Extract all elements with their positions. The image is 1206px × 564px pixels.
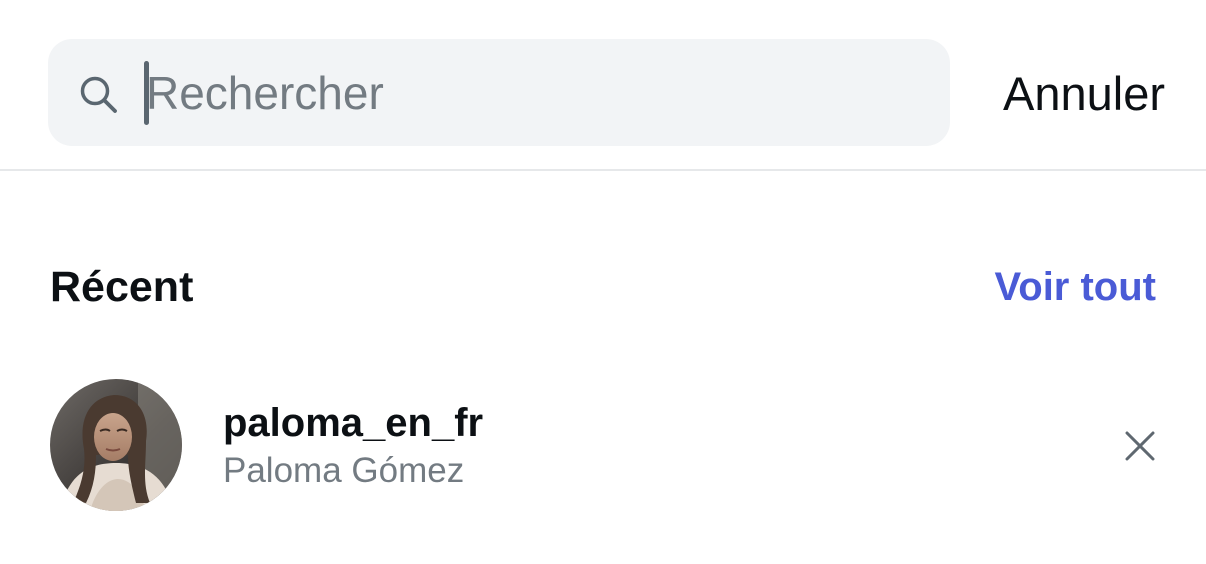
avatar[interactable] bbox=[50, 379, 182, 511]
search-input[interactable] bbox=[146, 58, 926, 128]
section-title-recent: Récent bbox=[50, 263, 194, 311]
recent-search-item[interactable]: paloma_en_fr Paloma Gómez bbox=[0, 370, 1206, 520]
profile-photo bbox=[50, 379, 182, 511]
search-icon bbox=[80, 76, 117, 113]
remove-recent-button[interactable] bbox=[1118, 424, 1162, 468]
recent-item-full-name: Paloma Gómez bbox=[223, 451, 465, 490]
see-all-link[interactable]: Voir tout bbox=[995, 262, 1156, 312]
cancel-button[interactable]: Annuler bbox=[1003, 64, 1165, 124]
header-divider bbox=[0, 169, 1206, 171]
recent-item-username[interactable]: paloma_en_fr bbox=[223, 400, 483, 446]
close-icon bbox=[1125, 431, 1155, 461]
